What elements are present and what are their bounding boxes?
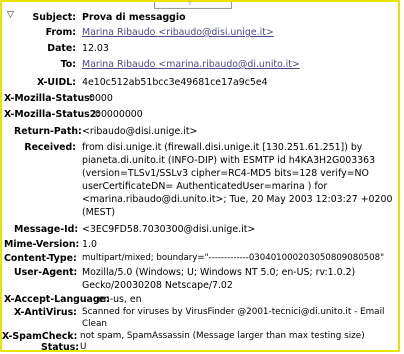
return-path-value: <ribaudo@disi.unige.it> (82, 126, 198, 137)
x-accept-language-value: en-us, en (98, 294, 142, 305)
content-type-label: Content-Type: (4, 253, 77, 264)
x-mozilla-status2-label: X-Mozilla-Status2: (4, 109, 101, 120)
message-header-pane: ▿ ▽ Subject: Prova di messaggio From: Ma… (0, 0, 400, 352)
received-label: Received: (24, 142, 76, 153)
subject-value: Prova di messaggio (82, 12, 186, 23)
received-line: (version=TLSv1/SSLv3 cipher=RC4-MD5 bits… (82, 168, 369, 179)
x-mozilla-status-value: 0000 (89, 93, 113, 104)
x-uidl-value: 4e10c512ab51bcc3e49681ce17a9c5e4 (82, 77, 268, 88)
mime-version-value: 1.0 (82, 239, 97, 250)
x-mozilla-status-label: X-Mozilla-Status: (4, 93, 94, 104)
received-line: from disi.unige.it (firewall.disi.unige.… (82, 142, 363, 153)
return-path-label: Return-Path: (14, 126, 82, 137)
x-antivirus-value: Scanned for viruses by VirusFinder @2001… (82, 306, 384, 330)
received-value: from disi.unige.it (firewall.disi.unige.… (82, 141, 392, 219)
date-label: Date: (47, 43, 76, 54)
user-agent-label: User-Agent: (14, 267, 78, 278)
collapse-tab[interactable]: ▿ (154, 0, 232, 9)
content-type-value: multipart/mixed; boundary="-------------… (82, 253, 385, 263)
user-agent-line: Mozilla/5.0 (Windows; U; Windows NT 5.0;… (82, 267, 356, 278)
from-label: From: (45, 27, 76, 38)
received-line: pianeta.di.unito.it (INFO-DIP) with ESMT… (82, 155, 376, 166)
x-mozilla-status2-value: 00000000 (95, 109, 143, 120)
x-antivirus-line: Clean (82, 319, 107, 329)
chevron-down-icon: ▿ (188, 0, 192, 7)
to-label: To: (60, 59, 76, 70)
received-line: <marina.ribaudo@di.unito.it>; Tue, 20 Ma… (82, 194, 393, 205)
to-link[interactable]: Marina Ribaudo <marina.ribaudo@di.unito.… (82, 58, 300, 71)
received-line: (MEST) (82, 207, 116, 218)
collapse-twisty-icon[interactable]: ▽ (7, 10, 17, 20)
message-id-value: <3EC9FD58.7030300@disi.unige.it> (82, 224, 256, 235)
received-line: userCertificateDN= AuthenticatedUser=mar… (82, 181, 328, 192)
header-top-bar: ▿ (6, 0, 398, 9)
subject-label: Subject: (32, 12, 77, 23)
message-id-label: Message-Id: (14, 224, 79, 235)
x-uidl-label: X-UIDL: (37, 77, 76, 88)
from-link[interactable]: Marina Ribaudo <ribaudo@disi.unige.it> (82, 26, 274, 39)
x-antivirus-line: Scanned for viruses by VirusFinder @2001… (82, 307, 385, 317)
x-accept-language-label: X-Accept-Language: (4, 294, 110, 305)
mime-version-label: Mime-Version: (4, 239, 80, 250)
date-value: 12.03 (82, 43, 109, 54)
x-antivirus-label: X-AntiVirus: (14, 307, 77, 318)
user-agent-line: Gecko/20030208 Netscape/7.02 (82, 280, 233, 291)
user-agent-value: Mozilla/5.0 (Windows; U; Windows NT 5.0;… (82, 266, 355, 292)
